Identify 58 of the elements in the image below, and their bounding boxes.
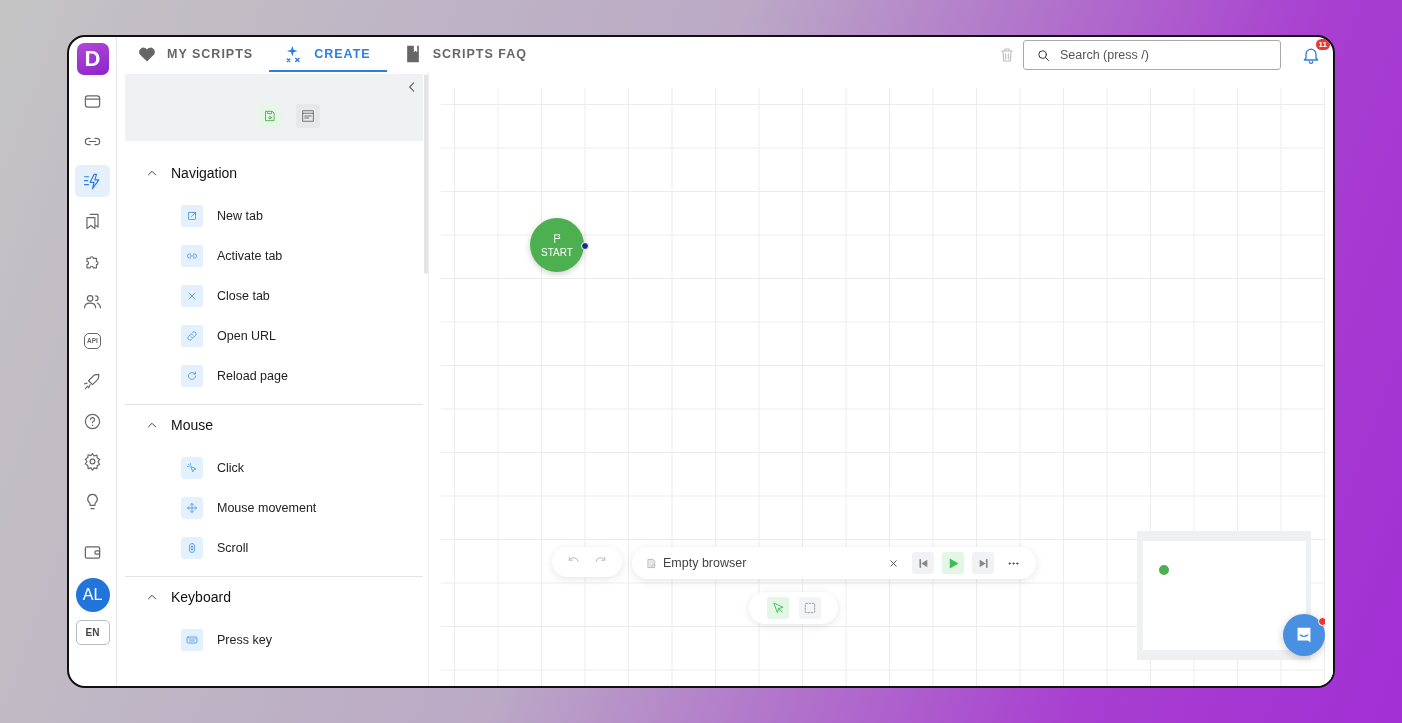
search-field[interactable]: Search (press /) xyxy=(1023,40,1281,70)
tab-label[interactable]: MY SCRIPTS xyxy=(167,46,254,61)
move-arrows-icon xyxy=(181,497,203,519)
page-icon xyxy=(646,556,657,570)
unread-dot xyxy=(1318,617,1325,626)
lightning-icon xyxy=(83,171,102,191)
click-icon xyxy=(181,457,203,479)
app-logo[interactable]: D xyxy=(76,43,109,75)
action-item[interactable]: Reload page xyxy=(133,356,415,396)
action-item[interactable]: Open URL xyxy=(133,316,415,356)
action-item[interactable]: Close tab xyxy=(133,276,415,316)
mouse-scroll-icon xyxy=(181,537,203,559)
save-button[interactable] xyxy=(258,104,282,128)
save-icon xyxy=(263,109,277,123)
selection-frame-button[interactable] xyxy=(798,597,821,619)
browser-label: Empty browser xyxy=(663,556,747,570)
action-item[interactable]: New tab xyxy=(133,196,415,236)
tab-label[interactable]: CREATE xyxy=(314,46,371,61)
close-icon xyxy=(181,285,203,307)
section-title[interactable]: Keyboard xyxy=(171,589,231,605)
minimap-node-dot xyxy=(1159,565,1169,575)
document-icon xyxy=(300,108,316,124)
action-item[interactable]: Press key xyxy=(133,620,415,660)
settings-icon xyxy=(83,451,102,471)
keyboard-icon xyxy=(181,629,203,651)
tab[interactable]: SCRIPTS FAQ xyxy=(402,37,543,72)
play-button[interactable] xyxy=(942,552,964,574)
tab[interactable]: CREATE xyxy=(269,37,387,72)
flag-icon xyxy=(551,232,563,244)
bookmarks-icon xyxy=(83,211,102,231)
notification-count: 11 xyxy=(1315,39,1330,50)
search-icon xyxy=(1036,48,1051,63)
link-icon xyxy=(181,245,203,267)
action-item[interactable]: Activate tab xyxy=(133,236,415,276)
dashed-square-icon xyxy=(802,601,817,615)
rail-nav-button[interactable] xyxy=(75,165,110,197)
wallet-icon[interactable] xyxy=(83,543,102,562)
skip-back-icon xyxy=(916,556,930,570)
document-button[interactable] xyxy=(296,104,320,128)
step-forward-button[interactable] xyxy=(972,552,994,574)
tab-label[interactable]: SCRIPTS FAQ xyxy=(432,46,527,61)
pointer-tool-button[interactable] xyxy=(766,597,789,619)
action-item[interactable]: Scroll xyxy=(133,528,415,568)
action-item[interactable]: Mouse movement xyxy=(133,488,415,528)
step-back-button[interactable] xyxy=(912,552,934,574)
help-icon xyxy=(83,411,102,431)
cursor-icon xyxy=(770,601,785,615)
tab[interactable]: MY SCRIPTS xyxy=(137,37,270,72)
external-link-icon xyxy=(181,205,203,227)
action-item[interactable]: Click xyxy=(133,448,415,488)
user-avatar[interactable]: AL xyxy=(75,578,110,612)
chain-link-icon xyxy=(181,325,203,347)
reload-icon xyxy=(181,365,203,387)
language-button[interactable]: EN xyxy=(75,620,110,645)
section-title[interactable]: Navigation xyxy=(171,165,238,181)
connection-port[interactable] xyxy=(581,242,589,250)
section-title[interactable]: Mouse xyxy=(171,417,214,433)
rocket-icon xyxy=(83,371,102,391)
